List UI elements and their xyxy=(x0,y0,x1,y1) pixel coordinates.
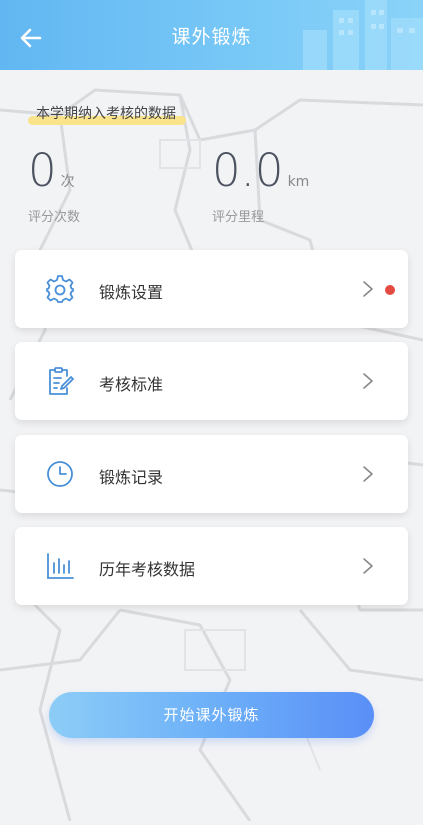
score-distance-unit: km xyxy=(287,174,310,190)
score-distance-label: 评分里程 xyxy=(212,210,265,225)
menu-item-label: 锻炼设置 xyxy=(99,283,164,302)
menu-item-label: 历年考核数据 xyxy=(99,560,196,579)
menu-item-label: 考核标准 xyxy=(99,375,164,394)
score-distance-value: 0.0 xyxy=(212,144,284,197)
score-distance-stat: 0.0 km 评分里程 xyxy=(212,148,310,225)
menu-item-label: 锻炼记录 xyxy=(99,468,164,487)
start-exercise-button[interactable]: 开始课外锻炼 xyxy=(49,692,374,738)
stats-section-label: 本学期纳入考核的数据 xyxy=(28,103,186,125)
menu-item-historical-data[interactable]: 历年考核数据 xyxy=(15,527,408,605)
menu-item-assessment-standard[interactable]: 考核标准 xyxy=(15,342,408,420)
score-count-unit: 次 xyxy=(60,174,75,190)
page-title: 课外锻炼 xyxy=(171,26,252,48)
chevron-right-icon xyxy=(363,466,373,482)
score-count-value: 0 xyxy=(28,144,57,197)
chevron-right-icon xyxy=(363,558,373,574)
score-count-stat: 0次 评分次数 xyxy=(28,148,80,225)
clock-icon xyxy=(47,461,73,487)
bar-chart-icon xyxy=(47,553,74,579)
notification-dot xyxy=(385,285,395,295)
score-count-label: 评分次数 xyxy=(28,210,81,225)
gear-icon xyxy=(46,275,74,303)
semester-stats: 本学期纳入考核的数据 0次 评分次数 0.0 km 评分里程 xyxy=(0,70,423,240)
menu-item-exercise-settings[interactable]: 锻炼设置 xyxy=(15,250,408,328)
clipboard-edit-icon xyxy=(49,367,74,395)
chevron-right-icon xyxy=(363,373,373,389)
chevron-right-icon xyxy=(363,281,373,297)
header-bar: 课外锻炼 xyxy=(0,0,423,70)
menu-item-exercise-records[interactable]: 锻炼记录 xyxy=(15,435,408,513)
